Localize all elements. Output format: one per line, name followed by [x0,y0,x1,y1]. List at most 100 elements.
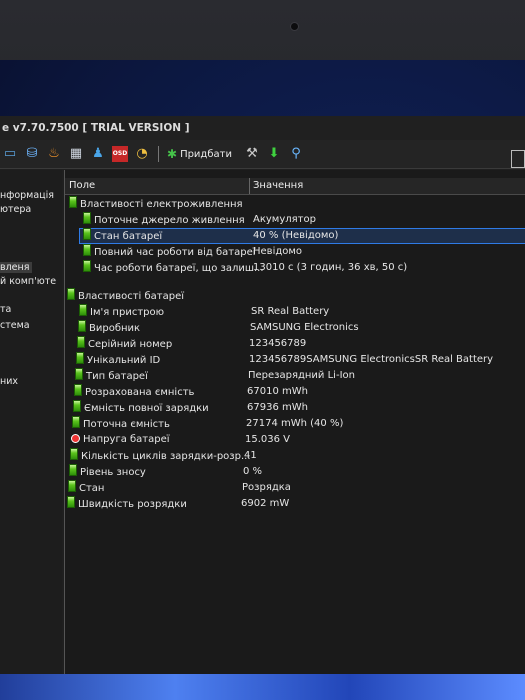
table-row[interactable]: Повний час роботи від батареї Невідомо [65,244,525,259]
table-row[interactable]: Поточне джерело живлення Акумулятор [65,212,525,227]
table-row[interactable]: Час роботи батареї, що залиш... 13010 с … [65,260,525,275]
column-divider[interactable] [249,178,250,194]
battery-icon [73,400,81,412]
row-value: 67936 mWh [247,402,308,413]
row-field: Кількість циклів зарядки-розр... [81,451,251,462]
users-icon[interactable]: ♟ [90,146,106,162]
osd-icon[interactable]: OSD [112,146,128,162]
details-pane: Поле Значення Властивості електроживленн… [64,170,525,674]
section-battery[interactable]: Властивості батареї [65,288,525,303]
fire-icon[interactable]: ♨ [46,146,62,162]
battery-icon [83,228,91,240]
battery-icon [77,336,85,348]
tools-icon[interactable]: ⚒ [244,146,260,162]
row-value: 15.036 V [245,434,291,445]
buy-button[interactable]: ✱ Придбати [167,147,232,161]
battery-icon [70,448,78,460]
row-value: 123456789 [249,338,307,349]
row-value: 123456789SAMSUNG ElectronicsSR Real Batt… [249,354,494,365]
row-field: Тип батареї [86,371,148,382]
battery-icon [83,212,91,224]
battery-icon [74,384,82,396]
table-row[interactable]: Кількість циклів зарядки-розр... 41 [65,448,525,463]
battery-icon [76,352,84,364]
battery-icon [67,288,75,300]
row-value: SAMSUNG Electronics [250,322,359,333]
row-value: SR Real Battery [251,306,330,317]
row-field: Унікальний ID [87,355,161,366]
row-value: Розрядка [242,482,291,493]
table-row[interactable]: Виробник SAMSUNG Electronics [65,320,525,335]
search-icon[interactable]: ⚲ [288,146,304,162]
row-field: Виробник [89,323,141,334]
computer-group-icon[interactable]: ▦ [68,146,84,162]
row-value: Акумулятор [253,214,316,225]
row-value: 6902 mW [241,498,290,509]
battery-icon [75,368,83,380]
nav-item-system[interactable]: стема [0,320,30,331]
toolbar-separator [158,146,159,162]
section-power[interactable]: Властивості електроживлення [65,196,525,211]
nav-item-power[interactable]: вленя [0,262,33,273]
battery-icon [79,304,87,316]
battery-icon [78,320,86,332]
row-field: Стан батареї [94,231,163,242]
nav-item-computer[interactable]: ютера [0,204,31,215]
row-field: Стан [79,483,105,494]
row-value: 40 % (Невідомо) [253,230,339,241]
row-value: 0 % [243,466,263,477]
clock-icon[interactable]: ◔ [134,146,150,162]
field-column-header[interactable]: Поле [69,180,95,191]
row-field: Розрахована ємність [85,387,195,398]
column-header: Поле Значення [65,178,525,195]
row-value: Перезарядний Li-Ion [248,370,355,381]
battery-icon [67,496,75,508]
table-row[interactable]: Поточна ємність 27174 mWh (40 %) [65,416,525,431]
battery-icon [69,196,77,208]
battery-icon [68,480,76,492]
battery-icon [83,244,91,256]
row-value: 41 [244,450,257,461]
section-title: Властивості електроживлення [80,199,243,210]
section-title: Властивості батареї [78,291,185,302]
toolbar: ▭ ⛁ ♨ ▦ ♟ OSD ◔ ✱ Придбати ⚒ ⬇ ⚲ [0,140,525,169]
battery-icon [83,260,91,272]
navigation-tree: нформація ютера вленя й комп'юте та стем… [0,170,62,674]
table-row[interactable]: Стан Розрядка [65,480,525,495]
table-row[interactable]: Напруга батареї 15.036 V [65,432,525,447]
row-value: 13010 с (3 годин, 36 хв, 50 с) [253,262,408,273]
row-value: 67010 mWh [247,386,308,397]
row-field: Ємність повної зарядки [84,403,209,414]
wallpaper-bottom [0,674,525,700]
row-value: Невідомо [253,246,303,257]
nav-item-os[interactable]: та [0,304,11,315]
row-field: Повний час роботи від батареї [94,247,256,258]
table-row[interactable]: Унікальний ID 123456789SAMSUNG Electroni… [65,352,525,367]
window-scroll-button[interactable] [511,150,525,168]
battery-icon [72,416,80,428]
table-row[interactable]: Тип батареї Перезарядний Li-Ion [65,368,525,383]
table-row[interactable]: Швидкість розрядки 6902 mW [65,496,525,511]
row-value: 27174 mWh (40 %) [246,418,344,429]
window-title: e v7.70.7500 [ TRIAL VERSION ] [0,116,525,140]
table-row-selected[interactable]: Стан батареї 40 % (Невідомо) [65,228,525,244]
voltage-icon [71,434,80,443]
nav-item-info[interactable]: нформація [0,190,54,201]
table-row[interactable]: Ім'я пристрою SR Real Battery [65,304,525,319]
nav-item-data[interactable]: них [0,376,18,387]
table-row[interactable]: Рівень зносу 0 % [65,464,525,479]
download-icon[interactable]: ⬇ [266,146,282,162]
row-field: Час роботи батареї, що залиш... [94,263,264,274]
table-row[interactable]: Серійний номер 123456789 [65,336,525,351]
network-icon[interactable]: ⛁ [24,146,40,162]
table-row[interactable]: Ємність повної зарядки 67936 mWh [65,400,525,415]
value-column-header[interactable]: Значення [253,180,303,191]
monitor-icon[interactable]: ▭ [2,146,18,162]
row-field: Рівень зносу [80,467,146,478]
star-icon: ✱ [167,147,178,161]
table-row[interactable]: Розрахована ємність 67010 mWh [65,384,525,399]
nav-item-portable[interactable]: й комп'юте [0,276,56,287]
row-field: Напруга батареї [83,434,170,445]
row-field: Поточна ємність [83,419,170,430]
row-field: Поточне джерело живлення [94,215,245,226]
